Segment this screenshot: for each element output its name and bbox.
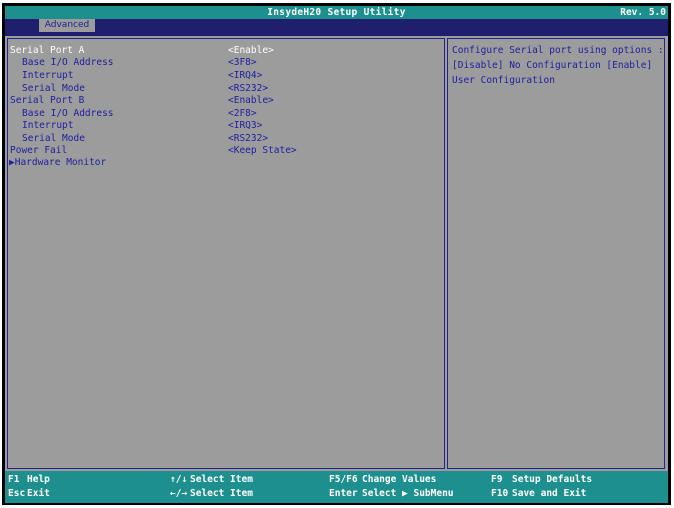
setting-value[interactable]: <RS232>: [228, 133, 268, 144]
legend-desc: Help: [27, 474, 50, 485]
help-text: Configure Serial port using options : [D…: [452, 45, 664, 86]
setting-label: Serial Mode: [22, 83, 85, 94]
legend-left-right: ←/→ Select Item: [170, 488, 253, 499]
setting-value[interactable]: <Enable>: [228, 45, 274, 56]
legend-esc: Esc Exit: [8, 488, 50, 499]
legend-desc: Exit: [27, 488, 50, 499]
setting-label: Base I/O Address: [22, 57, 114, 68]
setting-label: Serial Port B: [10, 95, 85, 106]
legend-key: F9: [491, 474, 503, 485]
legend-key: Esc: [8, 488, 26, 499]
legend-desc: Select Item: [190, 474, 253, 485]
setting-label: Serial Port A: [10, 45, 85, 56]
legend-key: F1: [8, 474, 20, 485]
legend-f9: F9 Setup Defaults: [491, 474, 592, 485]
setting-value[interactable]: <RS232>: [228, 83, 268, 94]
app-title: InsydeH20 Setup Utility: [267, 7, 406, 18]
legend-f5-f6: F5/F6 Change Values: [329, 474, 436, 485]
setting-value[interactable]: <IRQ3>: [228, 120, 262, 131]
legend-desc: Select ▶ SubMenu: [362, 488, 454, 499]
setting-value[interactable]: <Enable>: [228, 95, 274, 106]
setting-label: Interrupt: [22, 70, 74, 81]
legend-f10: F10 Save and Exit: [491, 488, 586, 499]
legend-f1: F1 Help: [8, 474, 50, 485]
legend-key: Enter: [329, 488, 358, 499]
legend-up-down: ↑/↓ Select Item: [170, 474, 253, 485]
setting-label: Power Fail: [10, 145, 68, 156]
settings-pane: Serial Port A <Enable> Base I/O Address …: [7, 38, 445, 469]
setting-value[interactable]: <Keep State>: [228, 145, 297, 156]
setting-label: Interrupt: [22, 120, 74, 131]
setting-label: Serial Mode: [22, 133, 85, 144]
main-content: Serial Port A <Enable> Base I/O Address …: [5, 36, 668, 471]
legend-key: F10: [491, 488, 509, 499]
setting-value[interactable]: <2F8>: [228, 108, 257, 119]
legend-key: F5/F6: [329, 474, 358, 485]
revision-label: Rev. 5.0: [620, 7, 666, 18]
tab-bar: Advanced: [5, 19, 668, 32]
legend-key: ↑/↓: [170, 474, 188, 485]
legend-desc: Save and Exit: [512, 488, 587, 499]
legend-key: ←/→: [170, 488, 188, 499]
setting-value[interactable]: <IRQ4>: [228, 70, 262, 81]
key-legend: F1 Help Esc Exit ↑/↓ Select Item ←/→ Sel…: [5, 471, 668, 503]
setting-label: Base I/O Address: [22, 108, 114, 119]
legend-enter: Enter Select ▶ SubMenu: [329, 488, 454, 499]
help-pane: Configure Serial port using options : [D…: [447, 38, 665, 469]
legend-desc: Change Values: [362, 474, 437, 485]
setting-value[interactable]: <3F8>: [228, 57, 257, 68]
submenu-label: ▶Hardware Monitor: [9, 157, 107, 168]
title-bar: InsydeH20 Setup Utility Rev. 5.0: [5, 6, 668, 19]
legend-desc: Setup Defaults: [512, 474, 593, 485]
tab-advanced[interactable]: Advanced: [39, 19, 95, 32]
legend-desc: Select Item: [190, 488, 253, 499]
